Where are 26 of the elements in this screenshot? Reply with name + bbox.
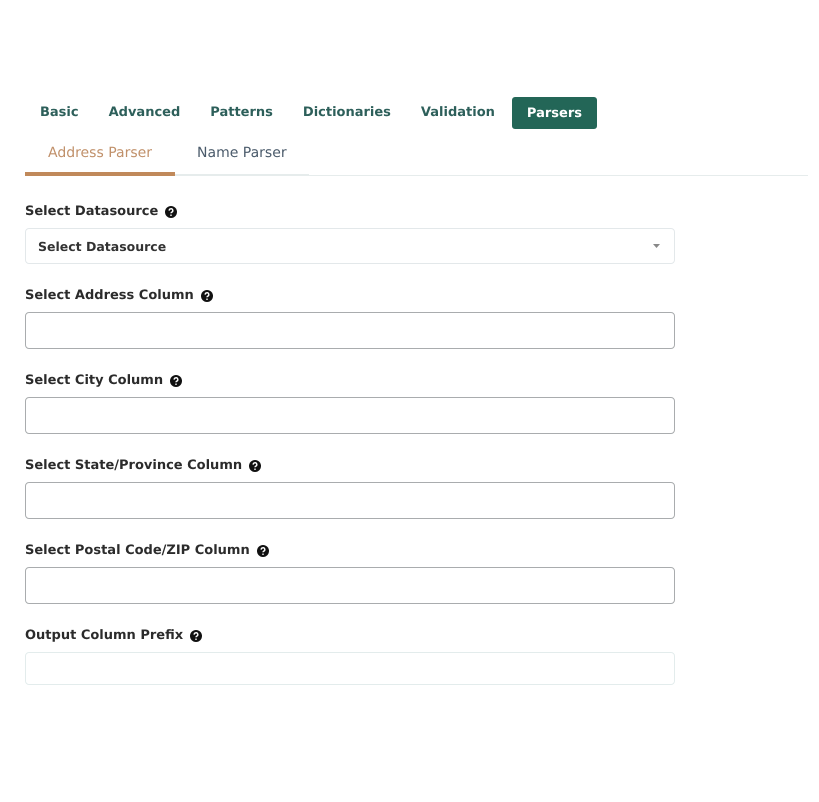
field-label: Select Address Column: [25, 288, 194, 303]
datasource-dropdown[interactable]: Select Datasource: [25, 228, 675, 264]
tab[interactable]: Advanced: [96, 97, 194, 129]
field-label: Select Postal Code/ZIP Column: [25, 543, 250, 558]
field-label: Select State/Province Column: [25, 458, 242, 473]
tab[interactable]: Basic: [27, 97, 92, 129]
help-icon: [190, 630, 202, 642]
column-select[interactable]: [25, 482, 675, 519]
tab[interactable]: Dictionaries: [290, 97, 404, 129]
help-icon: [256, 544, 269, 556]
tab[interactable]: Patterns: [197, 97, 286, 129]
input-field[interactable]: [25, 652, 675, 685]
field-label: Output Column Prefix: [25, 628, 184, 643]
help-icon: [200, 290, 213, 302]
caret-icon: [653, 244, 660, 248]
help-icon: [249, 460, 262, 472]
tab[interactable]: Parsers: [512, 97, 597, 129]
sub-tab[interactable]: Name Parser: [175, 137, 309, 176]
column-select[interactable]: [25, 312, 675, 349]
column-select[interactable]: [25, 397, 675, 434]
help-icon: [165, 206, 178, 218]
column-select[interactable]: [25, 567, 675, 604]
field-label: Select Datasource: [25, 204, 158, 219]
field-label: Select City Column: [25, 373, 164, 388]
tab[interactable]: Validation: [408, 97, 508, 129]
help-icon: [170, 374, 182, 386]
